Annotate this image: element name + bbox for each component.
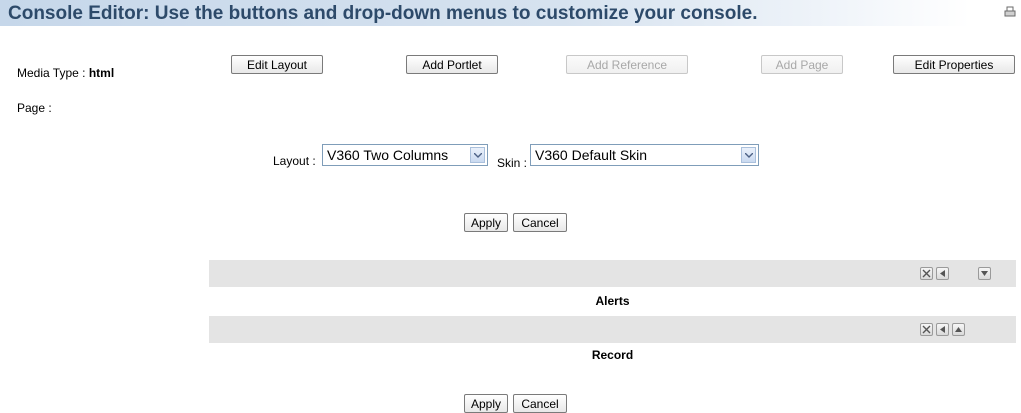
edit-layout-button[interactable]: Edit Layout <box>231 55 323 74</box>
add-page-button[interactable]: Add Page <box>761 55 843 74</box>
page-label: Page : <box>17 101 52 115</box>
portlet-label-record: Record <box>591 348 634 362</box>
add-portlet-button[interactable]: Add Portlet <box>406 55 498 74</box>
cancel-button-bottom[interactable]: Cancel <box>513 394 567 413</box>
remove-icon[interactable] <box>920 323 933 336</box>
skin-select-value: V360 Default Skin <box>535 147 648 163</box>
media-type: Media Type : html <box>17 66 114 80</box>
media-type-value: html <box>88 66 115 80</box>
apply-button-top[interactable]: Apply <box>464 213 508 232</box>
add-reference-button[interactable]: Add Reference <box>566 55 688 74</box>
remove-icon[interactable] <box>920 267 933 280</box>
chevron-down-icon[interactable] <box>741 147 756 163</box>
cancel-button-top[interactable]: Cancel <box>513 213 567 232</box>
layout-select[interactable]: V360 Two Columns <box>322 144 488 166</box>
skin-select[interactable]: V360 Default Skin <box>530 144 759 166</box>
console-editor-header: Console Editor: Use the buttons and drop… <box>0 0 1021 26</box>
chevron-down-icon[interactable] <box>470 147 485 163</box>
portlet-label-alerts: Alerts <box>595 294 630 308</box>
page-title: Console Editor: Use the buttons and drop… <box>8 3 758 24</box>
layout-select-value: V360 Two Columns <box>327 147 449 163</box>
portlet-bar-record <box>209 316 1016 343</box>
move-left-icon[interactable] <box>936 323 949 336</box>
apply-button-bottom[interactable]: Apply <box>464 394 508 413</box>
portlet-bar-alerts <box>209 260 1016 287</box>
edit-properties-button[interactable]: Edit Properties <box>893 55 1015 74</box>
move-left-icon[interactable] <box>936 267 949 280</box>
print-icon[interactable] <box>1004 6 1016 18</box>
media-type-label: Media Type : <box>17 66 89 80</box>
skin-label: Skin : <box>497 156 528 170</box>
layout-label: Layout : <box>273 154 316 168</box>
move-up-icon[interactable] <box>952 323 965 336</box>
move-down-icon[interactable] <box>978 267 991 280</box>
